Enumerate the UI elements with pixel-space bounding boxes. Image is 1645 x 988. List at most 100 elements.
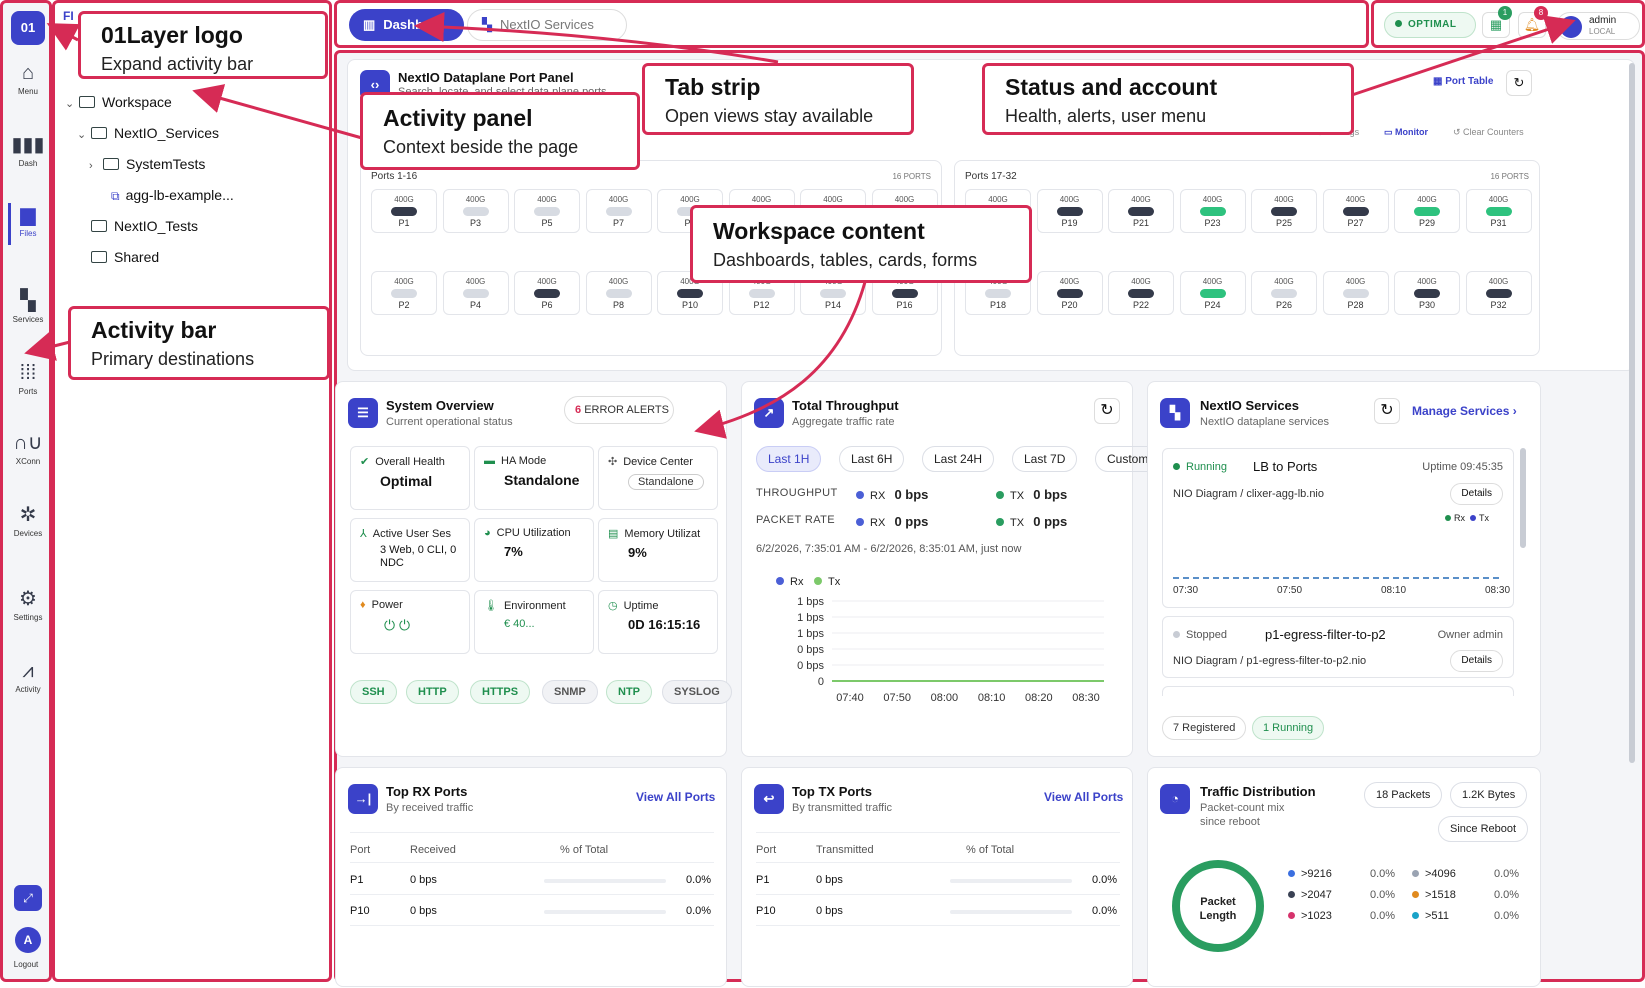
port-p1[interactable]: 400G P1 xyxy=(371,189,437,233)
port-p20[interactable]: 400G P20 xyxy=(1036,271,1103,315)
activity-settings[interactable]: ⚙ Settings xyxy=(7,587,49,622)
services-icon: ▚ xyxy=(482,17,492,32)
packet-rate-label: PACKET RATE xyxy=(756,514,835,526)
activity-services[interactable]: ▚ Services xyxy=(7,289,49,324)
legend-key: >2047 xyxy=(1301,889,1332,901)
details-button[interactable]: Details xyxy=(1450,650,1503,672)
port-p31[interactable]: 400G P31 xyxy=(1465,189,1532,233)
port-p32[interactable]: 400G P32 xyxy=(1465,271,1532,315)
port-p5[interactable]: 400G P5 xyxy=(514,189,580,233)
activity-files[interactable]: ▆ Files xyxy=(7,203,49,238)
port-p21[interactable]: 400G P21 xyxy=(1108,189,1174,233)
port-p4[interactable]: 400G P4 xyxy=(442,271,509,315)
port-p8[interactable]: 400G P8 xyxy=(585,271,652,315)
01layer-logo[interactable]: 01 xyxy=(11,11,45,45)
activity-xconn[interactable]: ∩∪ XConn xyxy=(7,431,49,466)
nextio-services-card: ▚ NextIO Services NextIO dataplane servi… xyxy=(1147,381,1541,757)
port-p6[interactable]: 400G P6 xyxy=(514,271,580,315)
port-p30[interactable]: 400G P30 xyxy=(1394,271,1460,315)
services-count-badge: 1 xyxy=(1498,6,1512,20)
monitor-button[interactable]: ▭ Monitor xyxy=(1384,127,1428,138)
health-status-badge[interactable]: OPTIMAL xyxy=(1384,12,1476,38)
port-p3[interactable]: 400G P3 xyxy=(442,189,509,233)
port-p22[interactable]: 400G P22 xyxy=(1108,271,1174,315)
port-p29[interactable]: 400G P29 xyxy=(1394,189,1460,233)
activity-devices[interactable]: ✲ Devices xyxy=(7,503,49,538)
tree-shared[interactable]: Shared xyxy=(91,249,159,265)
port-name: P8 xyxy=(612,300,624,310)
legend-item: >511 xyxy=(1412,910,1449,922)
port-p7[interactable]: 400G P7 xyxy=(585,189,652,233)
activity-activity[interactable]: ⩘ Activity xyxy=(7,659,49,694)
port-status-pill xyxy=(462,289,489,298)
ports-icon: ⁞⁞⁞ xyxy=(19,362,37,384)
tree-nextio-tests[interactable]: NextIO_Tests xyxy=(91,218,198,234)
logout-label[interactable]: Logout xyxy=(3,960,49,969)
port-p26[interactable]: 400G P26 xyxy=(1251,271,1317,315)
range-last-1h[interactable]: Last 1H xyxy=(756,446,822,472)
percent-bar xyxy=(950,879,1072,883)
port-speed: 400G xyxy=(823,195,843,204)
port-name: P24 xyxy=(1204,300,1221,310)
refresh-icon[interactable]: ↻ xyxy=(1374,398,1400,424)
protocol-syslog: SYSLOG xyxy=(662,680,732,704)
service-item-running[interactable]: Running LB to Ports Uptime 09:45:35 NIO … xyxy=(1162,448,1514,608)
legend-dot xyxy=(1288,912,1295,919)
port-cell[interactable]: P10 xyxy=(756,905,776,917)
port-status-pill xyxy=(985,289,1011,298)
range-last-24h[interactable]: Last 24H xyxy=(922,446,995,472)
scrollbar[interactable] xyxy=(1520,448,1526,548)
port-cell[interactable]: P1 xyxy=(350,874,363,886)
activity-menu[interactable]: ⌂ Menu xyxy=(7,61,49,96)
port-p25[interactable]: 400G P25 xyxy=(1251,189,1317,233)
activity-dash[interactable]: ▮▮▮ Dash xyxy=(7,133,49,168)
port-p27[interactable]: 400G P27 xyxy=(1322,189,1389,233)
service-item-partial xyxy=(1162,686,1514,696)
service-item-stopped[interactable]: Stopped p1-egress-filter-to-p2 Owner adm… xyxy=(1162,616,1514,678)
port-cell[interactable]: P1 xyxy=(756,874,769,886)
refresh-icon[interactable]: ↻ xyxy=(1506,70,1532,96)
activity-ports[interactable]: ⁞⁞⁞ Ports xyxy=(7,361,49,396)
legend-value: 0.0% xyxy=(1370,910,1396,922)
tab-nextio-services[interactable]: ▚ NextIO Services xyxy=(467,9,627,41)
range-last-6h[interactable]: Last 6H xyxy=(839,446,905,472)
port-p28[interactable]: 400G P28 xyxy=(1322,271,1389,315)
folder-icon xyxy=(103,158,119,170)
pulse-icon: ⩘ xyxy=(22,660,34,682)
port-group-17-32: Ports 17-32 16 PORTS 400GP17400GP19400GP… xyxy=(954,160,1540,356)
port-speed: 400G xyxy=(465,277,486,286)
top-rx-card: →| Top RX Ports By received traffic View… xyxy=(335,767,727,987)
user-menu[interactable]: admin LOCAL xyxy=(1556,12,1640,40)
manage-services-link[interactable]: Manage Services › xyxy=(1412,404,1517,418)
top-tx-card: ↩ Top TX Ports By transmitted traffic Vi… xyxy=(741,767,1133,987)
workspace-scrollbar[interactable] xyxy=(1629,63,1635,763)
port-name: P20 xyxy=(1061,300,1078,310)
port-name: P2 xyxy=(398,300,410,310)
port-name: P23 xyxy=(1204,218,1221,228)
port-status-pill xyxy=(1056,289,1083,298)
port-cell[interactable]: P10 xyxy=(350,905,370,917)
y-tick-label: 0 bps xyxy=(797,644,824,656)
tree-systemtests[interactable]: › SystemTests xyxy=(89,156,205,172)
tab-dashboard[interactable]: ▥ Dashbo xyxy=(349,9,464,41)
pr-tx: TX 0 pps xyxy=(996,514,1067,529)
port-name: P29 xyxy=(1418,218,1435,228)
port-p24[interactable]: 400G P24 xyxy=(1179,271,1246,315)
tree-workspace[interactable]: ⌄ Workspace xyxy=(65,94,172,110)
tree-agg-lb-example[interactable]: ⧉ agg-lb-example... xyxy=(111,187,234,204)
port-table-link[interactable]: ▦ Port Table xyxy=(1433,76,1493,87)
tree-nextio-services[interactable]: ⌄ NextIO_Services xyxy=(77,125,219,141)
port-p23[interactable]: 400G P23 xyxy=(1179,189,1246,233)
clear-counters-button[interactable]: ↺ Clear Counters xyxy=(1453,127,1524,138)
port-status-pill xyxy=(1414,289,1440,298)
port-status-pill xyxy=(820,289,846,298)
expand-icon[interactable]: ⤢ xyxy=(14,885,42,911)
port-p19[interactable]: 400G P19 xyxy=(1036,189,1103,233)
tp-rx: RX 0 bps xyxy=(856,487,928,502)
port-p2[interactable]: 400G P2 xyxy=(371,271,437,315)
avatar[interactable]: A xyxy=(15,927,41,953)
port-speed: 400G xyxy=(1345,277,1366,286)
ports-grid: 400GP17400GP19400GP21400GP23400GP25400GP… xyxy=(955,161,1541,357)
range-last-7d[interactable]: Last 7D xyxy=(1012,446,1078,472)
legend-value: 0.0% xyxy=(1370,889,1396,901)
